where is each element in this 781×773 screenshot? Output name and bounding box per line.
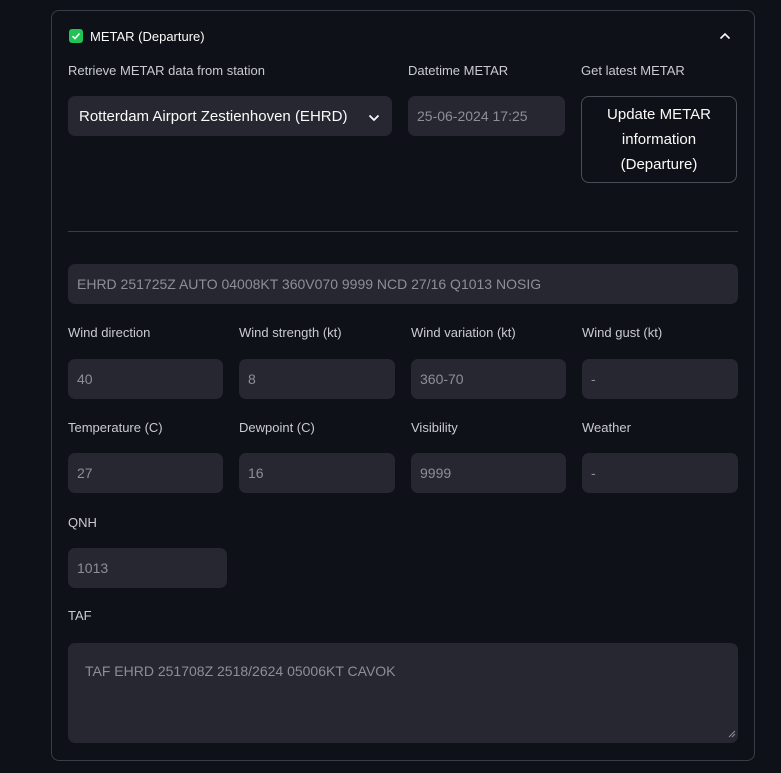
qnh-label: QNH xyxy=(68,515,97,530)
wind-variation-label: Wind variation (kt) xyxy=(411,325,516,340)
update-metar-button[interactable]: Update METAR information (Departure) xyxy=(581,96,737,183)
temperature-input[interactable]: 27 xyxy=(68,453,223,493)
wind-variation-input[interactable]: 360-70 xyxy=(411,359,566,399)
visibility-label: Visibility xyxy=(411,420,458,435)
metar-expander: METAR (Departure) Retrieve METAR data fr… xyxy=(51,10,755,761)
wind-strength-label: Wind strength (kt) xyxy=(239,325,342,340)
dewpoint-input[interactable]: 16 xyxy=(239,453,395,493)
wind-direction-label: Wind direction xyxy=(68,325,151,340)
station-label: Retrieve METAR data from station xyxy=(68,63,265,78)
wind-gust-input[interactable]: - xyxy=(582,359,738,399)
datetime-input[interactable]: 25-06-2024 17:25 xyxy=(408,96,565,136)
update-label: Get latest METAR xyxy=(581,63,685,78)
chevron-down-icon xyxy=(368,109,380,126)
resize-handle-icon[interactable] xyxy=(727,725,736,741)
expander-title: METAR (Departure) xyxy=(90,28,205,44)
visibility-input[interactable]: 9999 xyxy=(411,453,566,493)
chevron-up-icon[interactable] xyxy=(717,28,733,44)
wind-gust-label: Wind gust (kt) xyxy=(582,325,663,340)
weather-label: Weather xyxy=(582,420,631,435)
wind-direction-input[interactable]: 40 xyxy=(68,359,223,399)
qnh-input[interactable]: 1013 xyxy=(68,548,227,588)
taf-text: TAF EHRD 251708Z 2518/2624 05006KT CAVOK xyxy=(85,663,396,679)
update-button-line1: Update METAR xyxy=(607,106,711,123)
temperature-label: Temperature (C) xyxy=(68,420,163,435)
datetime-label: Datetime METAR xyxy=(408,63,509,78)
taf-textarea[interactable]: TAF EHRD 251708Z 2518/2624 05006KT CAVOK xyxy=(68,643,738,743)
wind-strength-input[interactable]: 8 xyxy=(239,359,395,399)
checkbox-checked-icon xyxy=(69,29,83,43)
weather-input[interactable]: - xyxy=(582,453,738,493)
dewpoint-label: Dewpoint (C) xyxy=(239,420,315,435)
expander-header[interactable]: METAR (Departure) xyxy=(69,25,737,47)
taf-label: TAF xyxy=(68,608,92,623)
update-button-line2: information xyxy=(621,131,697,148)
divider xyxy=(68,231,738,232)
station-select-value: Rotterdam Airport Zestienhoven (EHRD) xyxy=(79,107,348,125)
update-button-line3: (Departure) xyxy=(620,156,698,173)
station-select[interactable]: Rotterdam Airport Zestienhoven (EHRD) xyxy=(68,96,392,136)
metar-raw-input[interactable]: EHRD 251725Z AUTO 04008KT 360V070 9999 N… xyxy=(68,264,738,304)
